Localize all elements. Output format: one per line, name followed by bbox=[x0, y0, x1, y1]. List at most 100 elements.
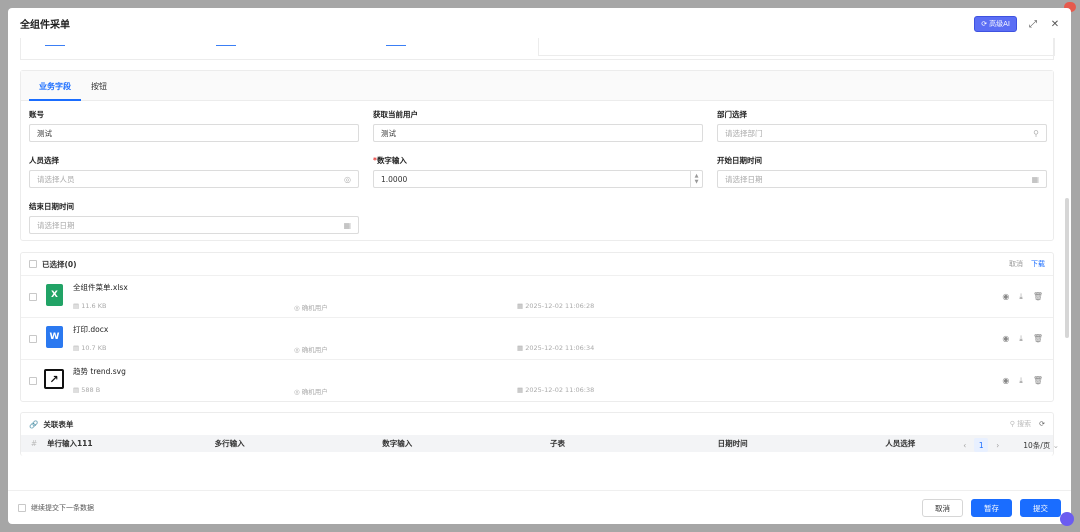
account-input[interactable]: 测试 bbox=[29, 124, 359, 142]
top-strip bbox=[20, 38, 1055, 60]
textarea-bottom[interactable] bbox=[538, 38, 1055, 56]
department-select[interactable]: 请选择部门 ⚲ bbox=[717, 124, 1047, 142]
file-checkbox[interactable] bbox=[29, 335, 37, 343]
ai-button[interactable]: ⟳ 高级AI bbox=[974, 16, 1017, 32]
file-uploader-value: 确机用户 bbox=[301, 388, 328, 396]
field-end-datetime: 结束日期时间 请选择日期 ▦ bbox=[29, 201, 359, 234]
file-name[interactable]: 打印.docx bbox=[73, 324, 108, 335]
file-checkbox[interactable] bbox=[29, 377, 37, 385]
file-name[interactable]: 全组件菜单.xlsx bbox=[73, 282, 128, 293]
field-label: 结束日期时间 bbox=[29, 202, 74, 211]
assistant-fab-icon[interactable] bbox=[1060, 512, 1074, 526]
column-header: 数字输入 bbox=[382, 439, 413, 448]
close-icon[interactable]: ✕ bbox=[1049, 19, 1061, 30]
account-value: 测试 bbox=[37, 128, 52, 138]
download-link[interactable]: 下载 bbox=[1031, 259, 1045, 269]
save-draft-button[interactable]: 暂存 bbox=[971, 499, 1012, 517]
file-actions: ◉ ⤓ 🗑 bbox=[1002, 334, 1043, 344]
column-header: 日期时间 bbox=[717, 439, 748, 448]
end-datetime-picker[interactable]: 请选择日期 ▦ bbox=[29, 216, 359, 234]
modal-header: 全组件采单 ⟳ 高级AI ⤢ ✕ bbox=[8, 8, 1071, 38]
form-card: 业务字段 按钮 账号 测试 获取当前用户 测试 部门选择 请选择部门 ⚲ 人员选择… bbox=[20, 70, 1054, 241]
ai-label: 高级AI bbox=[989, 20, 1010, 28]
preview-icon[interactable]: ◉ bbox=[1002, 292, 1009, 302]
preview-icon[interactable]: ◉ bbox=[1002, 376, 1009, 386]
number-input[interactable]: 1.0000 ▲ ▼ bbox=[373, 170, 703, 188]
preview-icon[interactable]: ◉ bbox=[1002, 334, 1009, 344]
related-form-title: 关联表单 bbox=[43, 419, 74, 429]
file-uploader: ◎ 确机用户 bbox=[294, 346, 328, 354]
expand-icon[interactable]: ⤢ bbox=[1027, 19, 1039, 30]
tab-bar: 业务字段 按钮 bbox=[21, 71, 1053, 101]
file-row: W 打印.docx ▤ 10.7 KB ◎ 确机用户 ▦ 2025-12-02 … bbox=[21, 317, 1053, 359]
field-label: 获取当前用户 bbox=[373, 110, 418, 119]
field-number: *数字输入 1.0000 ▲ ▼ bbox=[373, 155, 703, 188]
pagination: ‹ 1 › 10条/页 ⌄ bbox=[963, 438, 1059, 452]
file-time-value: 2025-12-02 11:06:28 bbox=[525, 302, 595, 310]
number-stepper[interactable]: ▲ ▼ bbox=[690, 171, 702, 187]
download-icon[interactable]: ⤓ bbox=[1019, 334, 1023, 344]
calendar-icon: ▦ bbox=[1031, 174, 1039, 184]
file-size-value: 11.6 KB bbox=[81, 302, 107, 310]
next-page-icon[interactable]: › bbox=[996, 441, 999, 450]
file-time-value: 2025-12-02 11:06:34 bbox=[525, 344, 595, 352]
calendar-icon: ▦ bbox=[343, 220, 351, 230]
attachments-card: 已选择(0) 取消 下载 X 全组件菜单.xlsx ▤ 11.6 KB ◎ 确机用… bbox=[20, 252, 1054, 402]
related-form-header: 🔗 关联表单 ⚲ 搜索 ⟳ bbox=[21, 413, 1053, 435]
field-account: 账号 测试 bbox=[29, 109, 359, 142]
department-placeholder: 请选择部门 bbox=[725, 128, 763, 138]
field-label: *数字输入 bbox=[373, 155, 703, 165]
file-size-value: 588 B bbox=[81, 386, 101, 394]
field-label: 账号 bbox=[29, 110, 44, 119]
file-size: ▤ 10.7 KB bbox=[73, 344, 107, 352]
download-icon[interactable]: ⤓ bbox=[1019, 376, 1023, 386]
delete-icon[interactable]: 🗑 bbox=[1033, 334, 1043, 344]
start-datetime-placeholder: 请选择日期 bbox=[725, 174, 763, 184]
search-label: 搜索 bbox=[1017, 420, 1032, 428]
cancel-selection-link[interactable]: 取消 bbox=[1009, 259, 1023, 269]
file-actions: ◉ ⤓ 🗑 bbox=[1002, 376, 1043, 386]
submit-button[interactable]: 提交 bbox=[1020, 499, 1061, 517]
related-form-card: 🔗 关联表单 ⚲ 搜索 ⟳ # 单行输入111 多行输入 数字输入 子表 日期时间 … bbox=[20, 412, 1054, 456]
delete-icon[interactable]: 🗑 bbox=[1033, 376, 1043, 386]
selected-count: 已选择(0) bbox=[42, 259, 77, 269]
column-header: 子表 bbox=[549, 439, 565, 448]
file-size-value: 10.7 KB bbox=[81, 344, 107, 352]
current-user-input[interactable]: 测试 bbox=[373, 124, 703, 142]
related-table-header: # 单行输入111 多行输入 数字输入 子表 日期时间 人员选择 bbox=[21, 435, 1053, 452]
step-down-icon[interactable]: ▼ bbox=[695, 179, 699, 185]
column-header: 单行输入111 bbox=[46, 439, 93, 448]
file-uploader-value: 确机用户 bbox=[301, 304, 328, 312]
refresh-icon[interactable]: ⟳ bbox=[1039, 420, 1045, 428]
number-label: 数字输入 bbox=[376, 156, 407, 165]
person-select[interactable]: 请选择人员 ◎ bbox=[29, 170, 359, 188]
modal-title: 全组件采单 bbox=[20, 19, 70, 31]
file-time: ▦ 2025-12-02 11:06:28 bbox=[517, 302, 595, 310]
scrollbar[interactable] bbox=[1065, 198, 1069, 338]
current-page[interactable]: 1 bbox=[974, 438, 989, 452]
search-button[interactable]: ⚲ 搜索 bbox=[1010, 419, 1031, 429]
tab-buttons[interactable]: 按钮 bbox=[81, 81, 117, 100]
start-datetime-picker[interactable]: 请选择日期 ▦ bbox=[717, 170, 1047, 188]
prev-page-icon[interactable]: ‹ bbox=[963, 441, 966, 450]
word-file-icon: W bbox=[46, 326, 63, 348]
tab-business-fields[interactable]: 业务字段 bbox=[29, 81, 81, 101]
modal-footer: 继续提交下一条数据 取消 暂存 提交 bbox=[8, 490, 1071, 524]
file-size: ▤ 11.6 KB bbox=[73, 302, 107, 310]
select-all-checkbox[interactable] bbox=[29, 260, 37, 268]
page-size-value: 10条/页 bbox=[1023, 440, 1051, 450]
download-icon[interactable]: ⤓ bbox=[1019, 292, 1023, 302]
file-uploader: ◎ 确机用户 bbox=[294, 304, 328, 312]
continue-checkbox[interactable] bbox=[18, 503, 26, 512]
modal-body: 业务字段 按钮 账号 测试 获取当前用户 测试 部门选择 请选择部门 ⚲ 人员选择… bbox=[8, 38, 1071, 490]
cancel-button[interactable]: 取消 bbox=[922, 499, 963, 517]
delete-icon[interactable]: 🗑 bbox=[1033, 292, 1043, 302]
file-row: ↗ 趋势 trend.svg ▤ 588 B ◎ 确机用户 ▦ 2025-12-… bbox=[21, 359, 1053, 401]
current-user-value: 测试 bbox=[381, 128, 396, 138]
trend-file-icon: ↗ bbox=[44, 369, 64, 389]
excel-file-icon: X bbox=[46, 284, 63, 306]
page-size-select[interactable]: 10条/页 ⌄ bbox=[1023, 440, 1059, 451]
file-name[interactable]: 趋势 trend.svg bbox=[73, 366, 126, 377]
file-checkbox[interactable] bbox=[29, 293, 37, 301]
end-datetime-placeholder: 请选择日期 bbox=[37, 220, 75, 230]
